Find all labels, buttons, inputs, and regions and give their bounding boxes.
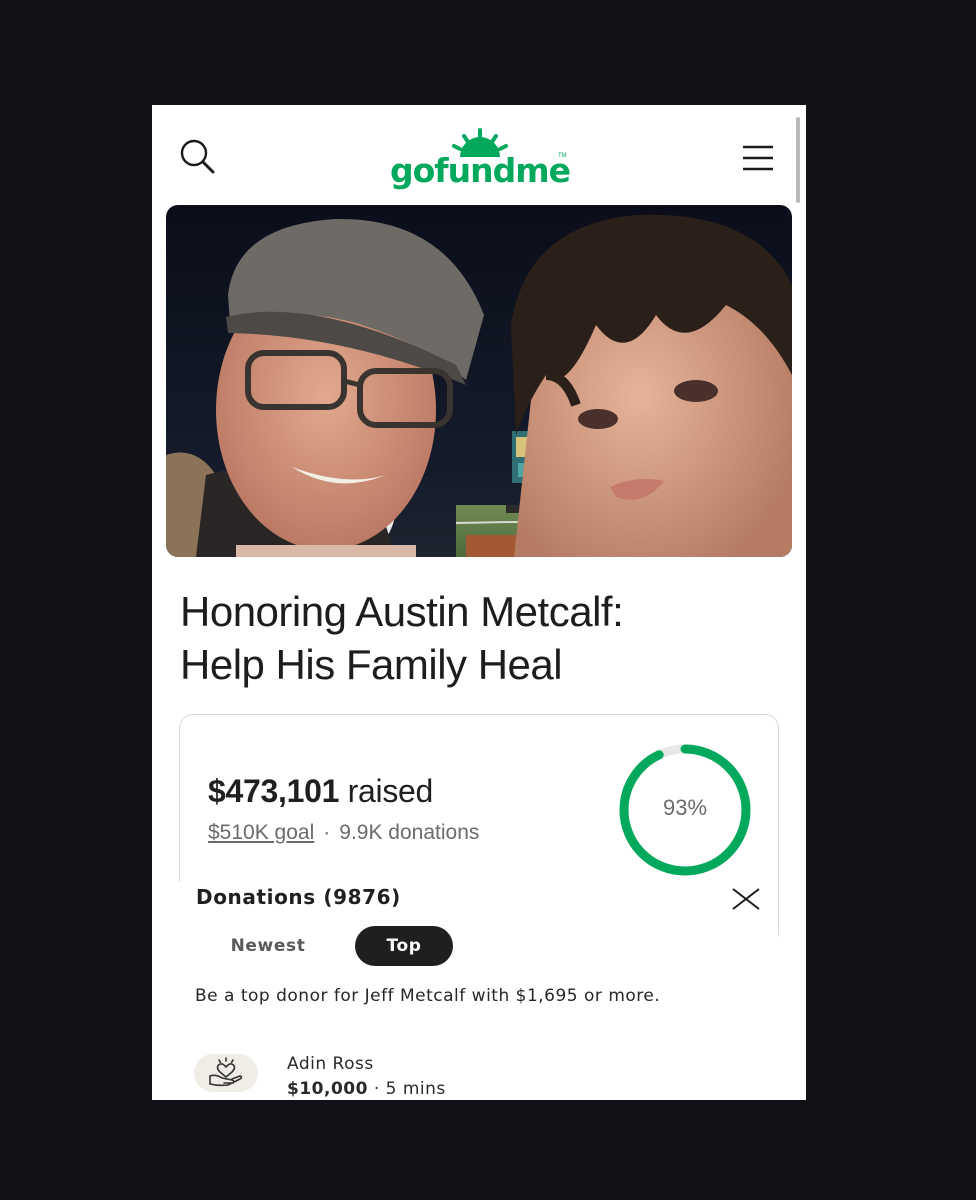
close-button[interactable] xyxy=(730,886,762,912)
goal-and-donations: $510K goal · 9.9K donations xyxy=(208,821,479,845)
donation-count: 9.9K donations xyxy=(339,821,480,844)
donor-separator: · xyxy=(373,1079,380,1099)
search-icon xyxy=(180,139,215,174)
campaign-title-line1: Honoring Austin Metcalf: xyxy=(180,588,624,635)
tab-top[interactable]: Top xyxy=(355,926,453,966)
progress-ring: 93% xyxy=(616,741,754,879)
hamburger-menu-icon xyxy=(743,145,773,171)
donor-amount: $10,000 xyxy=(287,1079,368,1099)
campaign-title-line2: Help His Family Heal xyxy=(180,641,563,688)
mobile-page: gofundme TM Honoring Austin Metcalf: Hel… xyxy=(152,105,806,1100)
campaign-photo xyxy=(166,205,792,557)
scrollbar[interactable] xyxy=(796,117,800,203)
goal-link[interactable]: $510K goal xyxy=(208,821,314,844)
donations-heading: Donations (9876) xyxy=(196,885,401,909)
donor-amount-time: $10,000 · 5 mins xyxy=(287,1079,446,1099)
site-header: gofundme TM xyxy=(152,105,806,205)
donation-list-item[interactable]: Adin Ross $10,000 · 5 mins xyxy=(194,1050,754,1100)
search-button[interactable] xyxy=(178,137,218,177)
meta-separator: · xyxy=(323,821,331,844)
gofundme-logo[interactable]: gofundme TM xyxy=(388,127,571,193)
menu-button[interactable] xyxy=(740,143,776,173)
amount-raised: $473,101 raised xyxy=(208,773,433,810)
donor-name: Adin Ross xyxy=(287,1054,374,1074)
top-donor-prompt: Be a top donor for Jeff Metcalf with $1,… xyxy=(195,986,661,1006)
donation-hand-heart-icon xyxy=(209,1057,243,1087)
donations-panel: Donations (9876) Newest Top Be a top don… xyxy=(178,882,778,1100)
campaign-title: Honoring Austin Metcalf: Help His Family… xyxy=(180,585,780,691)
logo-wordmark: gofundme xyxy=(390,151,571,190)
raised-label: raised xyxy=(347,773,434,809)
tab-newest[interactable]: Newest xyxy=(206,926,330,966)
progress-percent: 93% xyxy=(662,795,708,820)
logo-trademark: TM xyxy=(558,153,567,159)
donor-time: 5 mins xyxy=(385,1079,446,1099)
donor-avatar xyxy=(194,1054,258,1092)
close-icon xyxy=(732,888,760,910)
raised-amount: $473,101 xyxy=(208,773,340,809)
campaign-hero-image xyxy=(166,205,792,557)
